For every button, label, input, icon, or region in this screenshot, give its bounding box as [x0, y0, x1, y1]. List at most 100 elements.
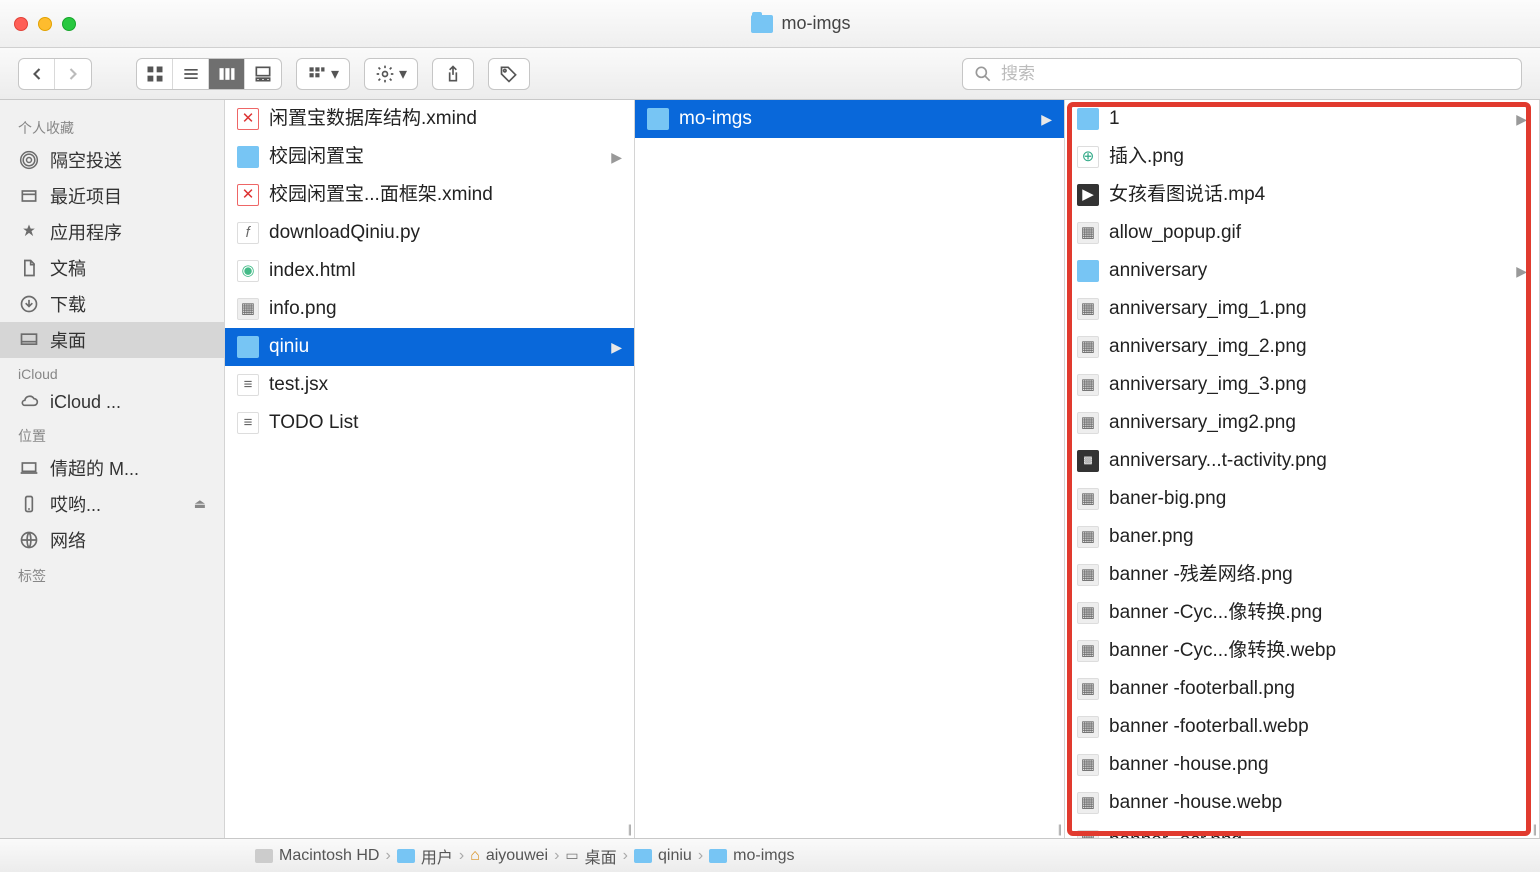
file-name: info.png — [269, 294, 337, 324]
path-node[interactable]: ⌂aiyouwei — [470, 847, 548, 865]
file-row[interactable]: ▦baner-big.png — [1065, 480, 1539, 518]
file-row[interactable]: ▦banner -house.webp — [1065, 784, 1539, 822]
file-name: baner.png — [1109, 522, 1194, 552]
sidebar-item-label: 隔空投送 — [50, 147, 122, 173]
file-row[interactable]: ≡test.jsx — [225, 366, 634, 404]
file-name: 校园闲置宝...面框架.xmind — [269, 180, 493, 210]
laptop-icon — [18, 457, 40, 479]
file-name: TODO List — [269, 408, 358, 438]
path-separator: › — [459, 847, 464, 865]
file-name: index.html — [269, 256, 356, 286]
file-row[interactable]: ◉index.html — [225, 252, 634, 290]
file-row[interactable]: ▦anniversary_img_3.png — [1065, 366, 1539, 404]
view-icon-button[interactable] — [137, 59, 173, 89]
window-title-text: mo-imgs — [781, 13, 850, 34]
column-resize-handle[interactable]: || — [1533, 822, 1535, 836]
file-row[interactable]: ▦anniversary_img2.png — [1065, 404, 1539, 442]
file-row[interactable]: ▦baner.png — [1065, 518, 1539, 556]
path-node[interactable]: 用户 — [397, 844, 453, 868]
file-row[interactable]: ▦banner -ocr.png — [1065, 822, 1539, 838]
path-label: 用户 — [421, 844, 453, 868]
sidebar-item-label: 网络 — [50, 527, 86, 553]
file-row[interactable]: ▦banner -footerball.png — [1065, 670, 1539, 708]
arrange-button[interactable]: ▾ — [296, 58, 350, 90]
view-gallery-button[interactable] — [245, 59, 281, 89]
file-row[interactable]: 1▶ — [1065, 100, 1539, 138]
minimize-window[interactable] — [38, 17, 52, 31]
file-row[interactable]: ▶女孩看图说话.mp4 — [1065, 176, 1539, 214]
search-icon — [973, 64, 993, 84]
view-column-button[interactable] — [209, 59, 245, 89]
back-button[interactable] — [19, 59, 55, 89]
action-button[interactable]: ▾ — [364, 58, 418, 90]
path-label: Macintosh HD — [279, 847, 379, 865]
file-name: 女孩看图说话.mp4 — [1109, 180, 1265, 210]
file-name: anniversary...t-activity.png — [1109, 446, 1327, 476]
file-name: banner -ocr.png — [1109, 826, 1242, 838]
file-row[interactable]: qiniu▶ — [225, 328, 634, 366]
file-row[interactable]: 𝑓downloadQiniu.py — [225, 214, 634, 252]
file-row[interactable]: ▩anniversary...t-activity.png — [1065, 442, 1539, 480]
sidebar-item-label: 哎哟... — [50, 491, 101, 517]
file-name: banner -house.png — [1109, 750, 1269, 780]
sidebar-item[interactable]: 文稿 — [0, 250, 224, 286]
column-resize-handle[interactable]: || — [628, 822, 630, 836]
sidebar-item[interactable]: 网络 — [0, 522, 224, 558]
file-row[interactable]: 校园闲置宝▶ — [225, 138, 634, 176]
file-row[interactable]: ▦banner -footerball.webp — [1065, 708, 1539, 746]
chevron-right-icon: ▶ — [1041, 104, 1052, 134]
file-row[interactable]: ✕校园闲置宝...面框架.xmind — [225, 176, 634, 214]
path-node[interactable]: mo-imgs — [709, 847, 794, 865]
file-name: 校园闲置宝 — [269, 142, 364, 172]
sidebar-item-label: iCloud ... — [50, 392, 121, 413]
file-name: test.jsx — [269, 370, 328, 400]
path-node[interactable]: Macintosh HD — [255, 847, 379, 865]
path-node[interactable]: qiniu — [634, 847, 692, 865]
tags-button[interactable] — [488, 58, 530, 90]
forward-button[interactable] — [55, 59, 91, 89]
view-mode-buttons — [136, 58, 282, 90]
view-list-button[interactable] — [173, 59, 209, 89]
path-node[interactable]: ▭桌面 — [565, 844, 616, 868]
search-input[interactable] — [1001, 64, 1511, 84]
sidebar-item[interactable]: iCloud ... — [0, 386, 224, 418]
file-row[interactable]: ▦banner -house.png — [1065, 746, 1539, 784]
file-name: banner -残差网络.png — [1109, 560, 1293, 590]
file-row[interactable]: ▦banner -残差网络.png — [1065, 556, 1539, 594]
column-resize-handle[interactable]: || — [1058, 822, 1060, 836]
sidebar-item[interactable]: 应用程序 — [0, 214, 224, 250]
file-row[interactable]: ▦banner -Cyc...像转换.png — [1065, 594, 1539, 632]
file-row[interactable]: ▦anniversary_img_1.png — [1065, 290, 1539, 328]
maximize-window[interactable] — [62, 17, 76, 31]
sidebar-item[interactable]: 倩超的 M... — [0, 450, 224, 486]
sidebar-item[interactable]: 隔空投送 — [0, 142, 224, 178]
sidebar-item[interactable]: 最近项目 — [0, 178, 224, 214]
eject-icon[interactable]: ⏏ — [194, 496, 206, 512]
sidebar-item[interactable]: 桌面 — [0, 322, 224, 358]
titlebar: mo-imgs — [0, 0, 1540, 48]
docs-icon — [18, 257, 40, 279]
file-row[interactable]: ▦banner -Cyc...像转换.webp — [1065, 632, 1539, 670]
sidebar-item-label: 应用程序 — [50, 219, 122, 245]
file-name: 插入.png — [1109, 142, 1184, 172]
sidebar-section-header: iCloud — [0, 358, 224, 386]
file-row[interactable]: ▦anniversary_img_2.png — [1065, 328, 1539, 366]
share-button[interactable] — [432, 58, 474, 90]
search-field[interactable] — [962, 58, 1522, 90]
path-separator: › — [385, 847, 390, 865]
file-row[interactable]: ▦allow_popup.gif — [1065, 214, 1539, 252]
file-name: anniversary_img2.png — [1109, 408, 1296, 438]
file-name: 1 — [1109, 104, 1120, 134]
sidebar-item[interactable]: 哎哟... ⏏ — [0, 486, 224, 522]
path-label: qiniu — [658, 847, 692, 865]
file-row[interactable]: ≡TODO List — [225, 404, 634, 442]
file-row[interactable]: ▦info.png — [225, 290, 634, 328]
close-window[interactable] — [14, 17, 28, 31]
file-row[interactable]: ⊕插入.png — [1065, 138, 1539, 176]
file-row[interactable]: mo-imgs▶ — [635, 100, 1064, 138]
file-name: 闲置宝数据库结构.xmind — [269, 104, 477, 134]
file-row[interactable]: ✕闲置宝数据库结构.xmind — [225, 100, 634, 138]
sidebar-item[interactable]: 下载 — [0, 286, 224, 322]
file-row[interactable]: anniversary▶ — [1065, 252, 1539, 290]
file-name: downloadQiniu.py — [269, 218, 420, 248]
